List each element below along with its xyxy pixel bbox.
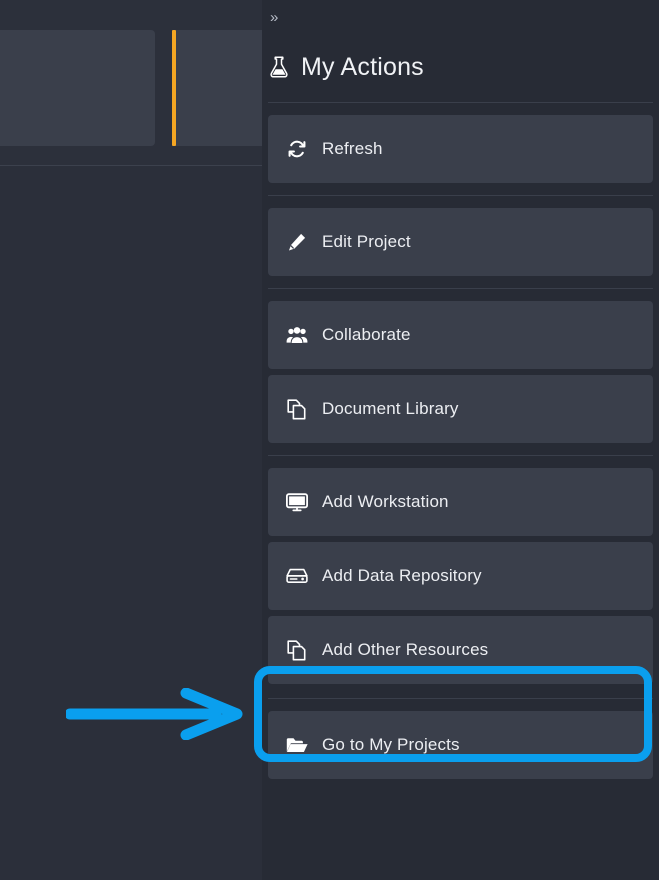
background-card-left (0, 30, 155, 146)
action-group-refresh: Refresh (262, 115, 659, 183)
users-icon (286, 324, 308, 346)
action-label: Refresh (322, 139, 383, 158)
action-group-projects: Go to My Projects (262, 711, 659, 779)
group-divider (268, 455, 653, 456)
orange-accent-bar (172, 30, 176, 146)
group-divider (268, 288, 653, 289)
action-label: Go to My Projects (322, 735, 460, 754)
action-label: Edit Project (322, 232, 411, 251)
action-label: Collaborate (322, 325, 411, 344)
action-label: Add Workstation (322, 492, 449, 511)
action-item-add-workstation[interactable]: Add Workstation (268, 468, 653, 536)
page-title: My Actions (301, 52, 424, 81)
action-item-go-to-my-projects[interactable]: Go to My Projects (268, 711, 653, 779)
action-group-edit: Edit Project (262, 208, 659, 276)
action-group-collaborate: Collaborate Document Library (262, 301, 659, 443)
action-label: Add Other Resources (322, 640, 489, 659)
action-label: Document Library (322, 399, 459, 418)
panel-header: My Actions (262, 34, 659, 96)
action-item-refresh[interactable]: Refresh (268, 115, 653, 183)
pencil-icon (286, 231, 308, 253)
left-background-pane (0, 0, 282, 880)
group-divider (268, 102, 653, 103)
hard-drive-icon (286, 565, 308, 587)
group-divider (268, 195, 653, 196)
copy-files-icon (286, 639, 308, 661)
copy-files-icon (286, 398, 308, 420)
action-item-collaborate[interactable]: Collaborate (268, 301, 653, 369)
action-group-add-resources: Add Workstation Add Data Repository Add … (262, 468, 659, 684)
group-divider (268, 698, 653, 699)
left-pane-lower-region (0, 166, 262, 880)
action-item-add-data-repository[interactable]: Add Data Repository (268, 542, 653, 610)
my-actions-panel: » My Actions Refresh Edit Project Collab… (262, 0, 659, 880)
panel-collapse-row: » (262, 0, 659, 34)
action-item-edit-project[interactable]: Edit Project (268, 208, 653, 276)
action-item-document-library[interactable]: Document Library (268, 375, 653, 443)
chevron-double-right-icon[interactable]: » (270, 10, 278, 25)
refresh-icon (286, 138, 308, 160)
open-folder-icon (286, 734, 308, 756)
action-item-add-other-resources[interactable]: Add Other Resources (268, 616, 653, 684)
action-label: Add Data Repository (322, 566, 482, 585)
flask-icon (268, 55, 290, 79)
desktop-monitor-icon (286, 491, 308, 513)
